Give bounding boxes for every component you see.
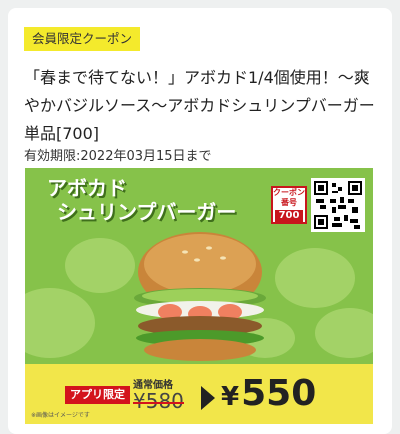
member-only-badge: 会員限定クーポン [24,27,141,51]
coupon-number-label: クーポン番号 [273,188,305,207]
burger-illustration [134,232,266,361]
product-name-line1: アボカド [47,176,127,200]
product-name-line2: シュリンプバーガー [57,200,237,224]
product-name: アボカド シュリンプバーガー [47,176,236,224]
sale-currency: ¥ [221,382,240,412]
sale-price-value: 550 [241,373,317,414]
arrow-right-icon [201,386,215,410]
qr-code [311,178,365,232]
image-disclaimer: ※画像はイメージです [31,412,90,419]
app-only-badge: アプリ限定 [65,386,130,404]
regular-price-value: ¥580 [133,389,184,413]
strikethrough-line [133,402,184,404]
coupon-number-tag: クーポン番号 700 [271,186,307,224]
qr-code-icon [314,181,362,229]
coupon-banner-image: アボカド シュリンプバーガー クーポン番号 700 アプリ限定 通常価格 ¥58… [25,168,373,424]
coupon-title: 「春まで待てない！」アボカド1/4個使用！～爽やかバジルソース～アボカドシュリン… [24,68,375,143]
sale-price: ¥550 [221,372,316,419]
coupon-number: 700 [275,210,303,222]
price-bar: アプリ限定 通常価格 ¥580 ¥550 ※画像はイメージです [25,364,373,424]
expiry-date: 有効期限:2022年03月15日まで [24,149,212,164]
regular-price: ¥580 [133,390,184,412]
